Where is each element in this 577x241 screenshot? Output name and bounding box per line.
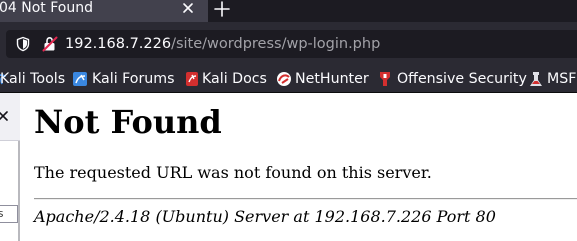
bookmark-label: NetHunter <box>295 71 369 87</box>
offsec-icon <box>380 72 390 86</box>
sidebar-search-input[interactable]: ss <box>0 205 18 223</box>
bookmark-label: MSF <box>547 71 577 87</box>
bookmark-label: Kali Tools <box>0 71 66 87</box>
tab-strip: 04 Not Found <box>0 0 577 22</box>
error-message: The requested URL was not found on this … <box>34 163 432 182</box>
kali-forums-icon <box>73 72 87 86</box>
tracking-shield-icon[interactable] <box>15 36 31 52</box>
sidebar-header <box>0 93 20 141</box>
bookmarks-toolbar: Kali Tools Kali Forums Kali Docs NetHunt… <box>0 66 577 93</box>
bookmark-label: Offensive Security <box>397 71 527 87</box>
bookmark-label: Kali Forums <box>92 71 175 87</box>
close-icon[interactable] <box>180 0 196 16</box>
new-tab-icon[interactable] <box>213 0 231 18</box>
server-signature: Apache/2.4.18 (Ubuntu) Server at 192.168… <box>34 207 496 226</box>
kali-docs-icon <box>186 72 198 86</box>
page-title: Not Found <box>34 103 222 141</box>
msf-icon <box>530 72 542 86</box>
bookmark-label: Kali Docs <box>202 71 267 87</box>
navigation-toolbar: 192.168.7.226/site/wordpress/wp-login.ph… <box>0 22 577 66</box>
close-icon[interactable] <box>0 110 9 122</box>
divider <box>34 198 577 200</box>
url-path: /site/wordpress/wp-login.php <box>171 36 381 52</box>
url-text[interactable]: 192.168.7.226/site/wordpress/wp-login.ph… <box>65 34 380 54</box>
nethunter-icon <box>277 72 291 86</box>
url-bar[interactable]: 192.168.7.226/site/wordpress/wp-login.ph… <box>6 30 577 58</box>
tab-title: 04 Not Found <box>0 0 93 16</box>
page-content: Not Found The requested URL was not foun… <box>22 93 577 241</box>
tab-active[interactable]: 04 Not Found <box>0 0 208 22</box>
insecure-lock-icon[interactable] <box>42 36 58 52</box>
sidebar-panel: ss <box>0 93 20 241</box>
url-host: 192.168.7.226 <box>65 36 172 52</box>
